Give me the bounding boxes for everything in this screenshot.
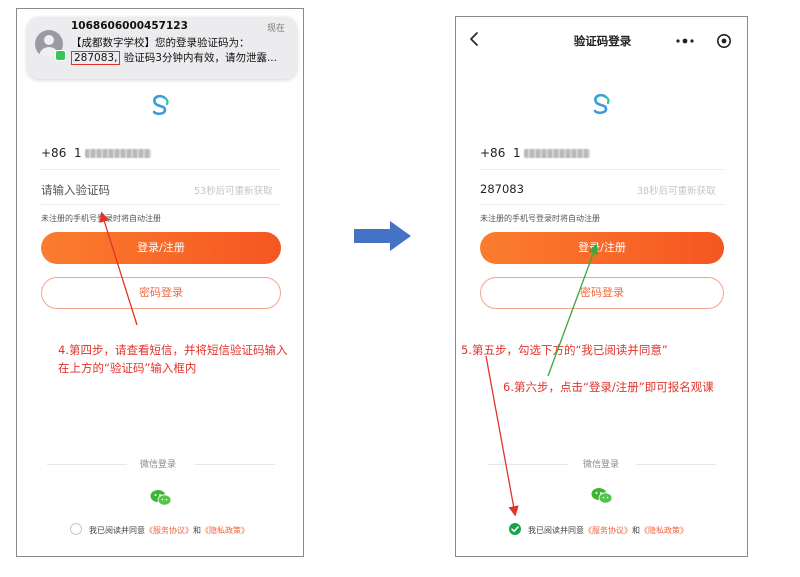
wechat-login-divider: 微信登录 <box>488 457 716 471</box>
code-input[interactable]: 287083 <box>480 182 524 196</box>
phone-number-prefix: 1 <box>512 146 521 160</box>
notification-line2-rest: 验证码3分钟内有效，请勿泄露... <box>120 52 277 64</box>
verification-code-highlight: 287083, <box>71 51 121 65</box>
checkmark-icon <box>511 526 519 533</box>
masked-phone-number <box>84 149 151 158</box>
close-miniprogram-icon[interactable] <box>716 33 732 49</box>
agree-prefix: 我已阅读并同意 <box>89 526 145 535</box>
code-field-underline <box>41 204 281 205</box>
login-register-button[interactable]: 登录/注册 <box>480 232 724 264</box>
notification-time: 现在 <box>266 24 285 34</box>
right-phone-screenshot: 验证码登录 +86 1 287083 38秒后可重新获取 未注册的手机号登录时将… <box>455 16 748 557</box>
auto-register-note: 未注册的手机号登录时将自动注册 <box>480 214 600 223</box>
password-login-button[interactable]: 密码登录 <box>41 277 281 309</box>
resend-countdown: 38秒后可重新获取 <box>637 186 716 197</box>
agree-and: 和 <box>632 526 640 535</box>
agreement-text: 我已阅读并同意《服务协议》和《隐私政策》 <box>89 525 249 536</box>
login-register-button[interactable]: 登录/注册 <box>41 232 281 264</box>
privacy-link[interactable]: 《隐私政策》 <box>201 526 249 535</box>
code-field-underline <box>480 204 724 205</box>
notification-sender: 1068606000457123 <box>71 20 188 32</box>
sms-notification[interactable]: 1068606000457123 现在 【成都数字学校】您的登录验证码为： 28… <box>27 17 297 79</box>
app-logo-icon <box>589 92 613 116</box>
wechat-icon[interactable] <box>150 489 172 507</box>
wechat-login-label: 微信登录 <box>140 460 177 470</box>
terms-link[interactable]: 《服务协议》 <box>584 526 632 535</box>
code-input-placeholder[interactable]: 请输入验证码 <box>41 182 110 198</box>
step4-annotation-line2: 在上方的“验证码”输入框内 <box>58 361 197 375</box>
next-step-arrow-icon <box>354 220 412 252</box>
agreement-text: 我已阅读并同意《服务协议》和《隐私政策》 <box>528 525 688 536</box>
phone-number-prefix: 1 <box>73 146 82 160</box>
left-phone-screenshot: 1068606000457123 现在 【成都数字学校】您的登录验证码为： 28… <box>16 8 304 557</box>
wechat-login-divider: 微信登录 <box>47 457 275 471</box>
phone-field-underline <box>41 169 281 170</box>
agree-checkbox-checked[interactable] <box>509 523 521 535</box>
country-code: +86 <box>41 146 67 160</box>
auto-register-note: 未注册的手机号登录时将自动注册 <box>41 214 161 223</box>
password-login-button[interactable]: 密码登录 <box>480 277 724 309</box>
resend-countdown: 53秒后可重新获取 <box>194 186 273 197</box>
phone-field-underline <box>480 169 724 170</box>
phone-number-field[interactable]: +86 1 <box>480 146 590 160</box>
step5-annotation: 5.第五步，勾选下方的“我已阅读并同意” <box>461 343 668 357</box>
app-logo-icon <box>148 93 172 117</box>
messages-app-icon <box>55 50 66 61</box>
wechat-login-label: 微信登录 <box>583 460 620 470</box>
notification-line1: 【成都数字学校】您的登录验证码为： <box>71 37 250 49</box>
agree-prefix: 我已阅读并同意 <box>528 526 584 535</box>
notification-line2: 287083, 验证码3分钟内有效，请勿泄露... <box>71 50 277 65</box>
masked-phone-number <box>523 149 590 158</box>
more-dots-icon[interactable] <box>672 29 698 53</box>
agree-checkbox[interactable] <box>70 523 82 535</box>
phone-number-field[interactable]: +86 1 <box>41 146 151 160</box>
agree-and: 和 <box>193 526 201 535</box>
miniprogram-capsule <box>669 29 735 53</box>
privacy-link[interactable]: 《隐私政策》 <box>640 526 688 535</box>
step4-annotation-line1: 4.第四步，请查看短信，并将短信验证码输入 <box>58 343 288 357</box>
wechat-icon[interactable] <box>591 487 613 505</box>
country-code: +86 <box>480 146 506 160</box>
step6-annotation: 6.第六步，点击“登录/注册”即可报名观课 <box>503 380 714 394</box>
terms-link[interactable]: 《服务协议》 <box>145 526 193 535</box>
